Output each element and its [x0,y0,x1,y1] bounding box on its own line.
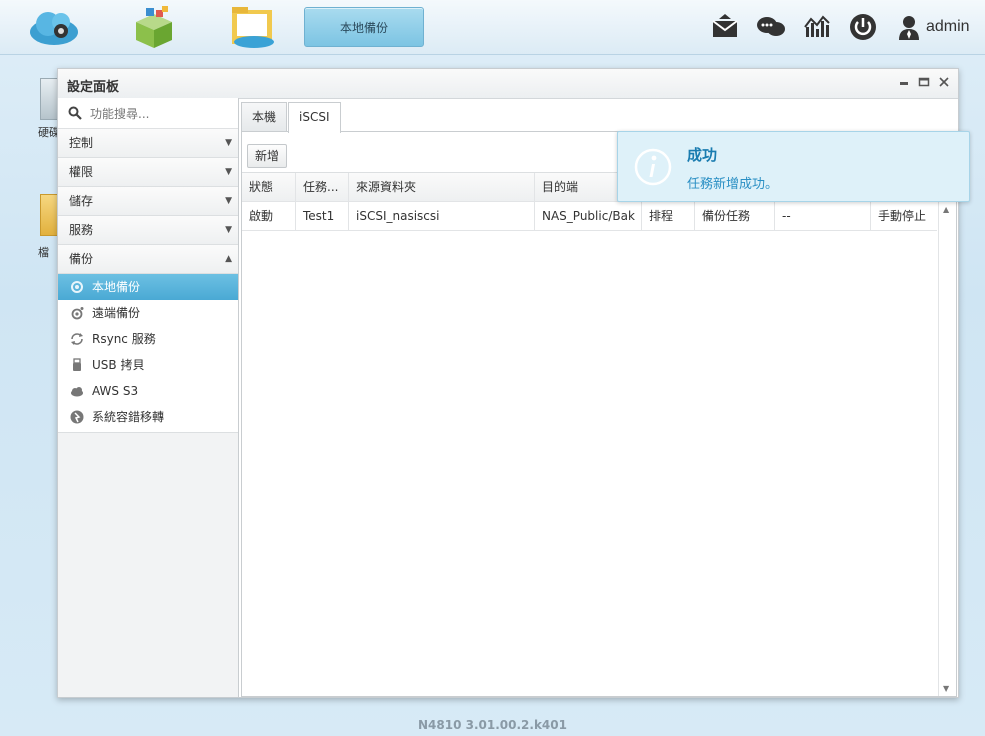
local-backup-icon [71,281,83,293]
expand-arrow-icon: ▼ [225,167,232,177]
expand-arrow-icon: ▼ [225,225,232,235]
sidebar-item-label: 本地備份 [92,280,141,294]
table-row[interactable]: 啟動 Test1 iSCSI_nasiscsi NAS_Public/Bak 排… [242,202,937,231]
desktop-label-file: 檔 [38,246,49,259]
notification-title: 成功 [687,146,718,164]
sidebar-item-label: Rsync 服務 [92,332,156,346]
power-icon[interactable] [849,12,877,42]
window-title: 設定面板 [67,80,120,95]
scroll-up-icon[interactable]: ▲ [943,205,949,214]
user-icon [899,16,919,40]
cell-destination: NAS_Public/Bak [535,202,642,230]
info-icon [634,148,672,186]
cell-schedule: 排程 [642,202,695,230]
cell-action: 手動停止 [878,209,927,223]
category-permissions[interactable]: 權限 ▼ [58,158,238,187]
vertical-scrollbar[interactable]: ▲ ▼ [938,202,956,696]
tab-panel: 新增 狀態 任務... 來源資料夾 目的端 啟動 Test1 iSCSI_nas… [241,132,957,697]
category-label: 儲存 [69,194,94,208]
sidebar-item-usb-copy[interactable]: USB 拷貝 [58,352,238,378]
maximize-icon[interactable] [918,76,930,88]
add-button[interactable]: 新增 [247,144,288,168]
tab-iscsi[interactable]: iSCSI [288,102,341,133]
sidebar-item-failover[interactable]: 系統容錯移轉 [58,404,238,430]
taskbar: 本地備份 admin [0,0,985,55]
sidebar-item-local-backup[interactable]: 本地備份 [58,274,238,300]
scroll-down-icon[interactable]: ▼ [943,684,949,693]
monitor-icon[interactable] [803,12,831,42]
tab-bar: 本機 iSCSI [241,100,957,133]
category-label: 服務 [69,223,94,237]
search-icon [68,106,82,120]
sidebar-item-label: 遠端備份 [92,306,141,320]
category-storage[interactable]: 儲存 ▼ [58,187,238,216]
category-backup[interactable]: 備份 ▲ [58,245,238,274]
category-label: 權限 [69,165,94,179]
cell-task-name: Test1 [296,202,349,230]
user-menu[interactable]: admin [898,12,970,42]
minimize-icon[interactable] [898,76,910,88]
window-titlebar[interactable]: 設定面板 [58,69,958,99]
sidebar-search [58,98,238,129]
close-icon[interactable] [938,76,950,88]
expand-arrow-icon: ▼ [225,138,232,148]
expand-arrow-icon: ▼ [225,196,232,206]
tab-local[interactable]: 本機 [241,102,288,131]
cell-last-run: -- [775,202,871,230]
app-store-icon[interactable] [128,4,180,50]
sidebar-item-aws-s3[interactable]: AWS S3 [58,378,238,404]
cloud-small-icon [71,387,83,397]
settings-sidebar: 控制 ▼ 權限 ▼ 儲存 ▼ 服務 ▼ 備份 ▲ 本地備份 遠端備份 [58,98,239,697]
chat-icon[interactable] [756,12,786,42]
sidebar-item-label: USB 拷貝 [92,358,145,372]
collapse-arrow-icon: ▲ [225,254,232,264]
category-label: 控制 [69,136,94,150]
remote-backup-icon [71,307,84,320]
notification-message: 任務新增成功。 [687,177,779,192]
column-header-task[interactable]: 任務... [296,173,349,201]
backup-submenu: 本地備份 遠端備份 Rsync 服務 USB 拷貝 AWS S3 系統容錯移轉 [58,274,238,433]
column-header-source[interactable]: 來源資料夾 [349,173,535,201]
file-manager-icon[interactable] [228,4,280,50]
search-input[interactable] [88,104,232,124]
message-icon[interactable] [711,12,739,42]
version-footer: N4810 3.01.00.2.k401 [418,718,567,732]
task-button-local-backup[interactable]: 本地備份 [304,7,424,47]
category-control[interactable]: 控制 ▼ [58,129,238,158]
failover-icon [70,410,84,424]
sidebar-item-label: AWS S3 [92,384,139,398]
cell-status: 啟動 [242,202,296,230]
category-services[interactable]: 服務 ▼ [58,216,238,245]
success-notification[interactable]: 成功 任務新增成功。 [617,131,970,202]
sidebar-item-remote-backup[interactable]: 遠端備份 [58,300,238,326]
username-label: admin [926,18,970,35]
sidebar-item-label: 系統容錯移轉 [92,410,165,424]
cloud-app-icon[interactable] [28,4,80,50]
column-header-status[interactable]: 狀態 [242,173,296,201]
usb-icon [73,358,81,371]
category-label: 備份 [69,252,94,266]
sync-icon [71,333,83,345]
cell-source: iSCSI_nasiscsi [349,202,535,230]
sidebar-item-rsync[interactable]: Rsync 服務 [58,326,238,352]
cell-type: 備份任務 [695,202,775,230]
